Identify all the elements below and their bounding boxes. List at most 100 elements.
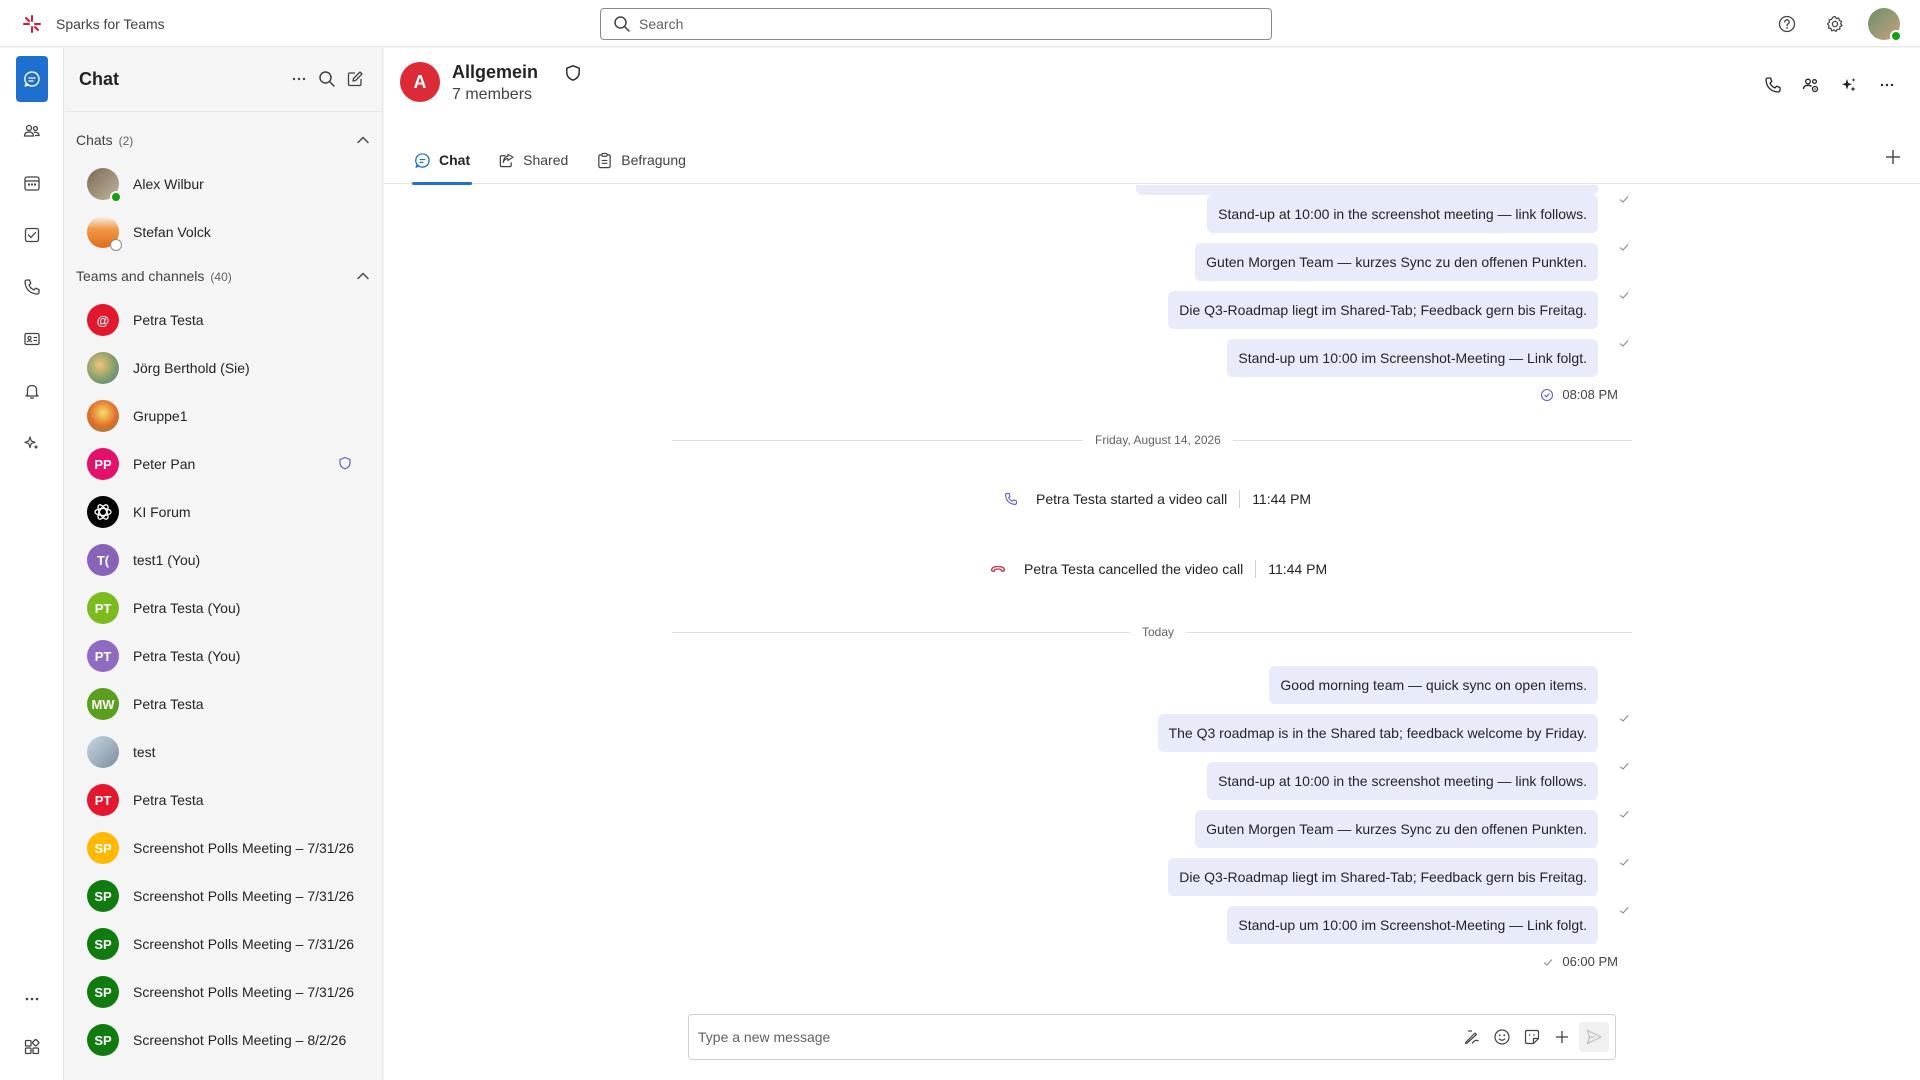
rail-copilot[interactable] — [16, 420, 48, 466]
tab-label: Shared — [523, 152, 569, 168]
sent-check-icon — [1619, 859, 1629, 866]
sent-check-icon — [1619, 292, 1629, 299]
channel-item[interactable]: SP Screenshot Polls Meeting – 8/2/26 — [65, 1016, 382, 1064]
message-bubble[interactable]: Stand-up at 10:00 in the screenshot meet… — [1207, 195, 1598, 233]
message-bubble[interactable]: Die Q3-Roadmap liegt im Shared-Tab; Feed… — [1168, 858, 1598, 896]
chats-section-header[interactable]: Chats (2) — [65, 120, 382, 160]
rail-activity[interactable] — [16, 368, 48, 414]
call-cancelled-event: Petra Testa cancelled the video call 11:… — [990, 560, 1327, 578]
more-icon — [292, 77, 306, 81]
avatar — [87, 216, 122, 251]
app-title: Sparks for Teams — [56, 16, 165, 32]
chat-item-alex-wilbur[interactable]: Alex Wilbur — [65, 160, 382, 208]
avatar: PT — [87, 592, 119, 624]
channel-item[interactable]: Jörg Berthold (Sie) — [65, 344, 382, 392]
tab-label: Chat — [439, 152, 471, 168]
compose-icon — [347, 71, 363, 87]
search-box[interactable] — [600, 8, 1272, 40]
channel-item-label: Petra Testa — [133, 312, 204, 328]
channel-item[interactable]: test — [65, 728, 382, 776]
emoji-button[interactable] — [1489, 1022, 1515, 1052]
tab-befragung[interactable]: Befragung — [594, 136, 688, 184]
channel-item[interactable]: T(test1 (You) — [65, 536, 382, 584]
sent-check-icon — [1619, 715, 1629, 722]
rail-contacts[interactable] — [16, 316, 48, 362]
chevron-up-icon — [357, 272, 369, 280]
rail-chat[interactable] — [16, 56, 48, 102]
call-started-time: 11:44 PM — [1252, 491, 1312, 507]
channel-item[interactable]: SP Screenshot Polls Meeting – 7/31/26 — [65, 920, 382, 968]
teams-section-header[interactable]: Teams and channels (40) — [65, 256, 382, 296]
message-input[interactable] — [698, 1029, 1459, 1045]
settings-button[interactable] — [1820, 9, 1850, 39]
sent-check-icon — [1619, 907, 1629, 914]
top-bar: Sparks for Teams — [0, 0, 1920, 47]
rail-tasks[interactable] — [16, 212, 48, 258]
channel-item[interactable]: KI Forum — [65, 488, 382, 536]
message-bubble[interactable]: Guten Morgen Team — kurzes Sync zu den o… — [1195, 810, 1598, 848]
message-bubble[interactable]: Stand-up at 10:00 in the screenshot meet… — [1207, 762, 1598, 800]
avatar — [87, 736, 119, 768]
message-composer[interactable] — [688, 1014, 1616, 1060]
avatar: SP — [87, 1024, 119, 1056]
call-started-text: Petra Testa started a video call — [1036, 491, 1228, 507]
channel-title[interactable]: Allgemein — [452, 62, 538, 83]
search-chats-button[interactable] — [318, 70, 336, 88]
format-button[interactable] — [1459, 1022, 1485, 1052]
people-button[interactable] — [1796, 70, 1826, 100]
message-bubble[interactable]: Stand-up um 10:00 im Screenshot-Meeting … — [1227, 339, 1598, 377]
message-bubble[interactable]: Good morning team — quick sync on open i… — [1269, 666, 1598, 704]
message-bubble[interactable]: Die Q3-Roadmap liegt im Shared-Tab; Feed… — [1168, 291, 1598, 329]
sparkle-icon — [24, 436, 39, 450]
chat-item-label: Alex Wilbur — [133, 176, 204, 192]
message-list: Stand-up at 10:00 in the screenshot meet… — [384, 185, 1920, 1015]
avatar: SP — [87, 928, 119, 960]
rail-calendar[interactable] — [16, 160, 48, 206]
channel-item[interactable]: PT Petra Testa (You) — [65, 632, 382, 680]
channel-item[interactable]: SP Screenshot Polls Meeting – 7/31/26 — [65, 872, 382, 920]
message-bubble[interactable]: Stand-up um 10:00 im Screenshot-Meeting … — [1227, 906, 1598, 944]
rail-calls[interactable] — [16, 264, 48, 310]
channel-item-label: Jörg Berthold (Sie) — [133, 360, 250, 376]
more-options-button[interactable] — [290, 70, 308, 88]
channel-avatar: A — [400, 62, 440, 102]
sent-check-icon — [1619, 340, 1629, 347]
channel-item[interactable]: PT Petra Testa — [65, 776, 382, 824]
profile-avatar[interactable] — [1868, 8, 1902, 42]
rail-apps[interactable] — [16, 1024, 48, 1070]
help-button[interactable] — [1772, 9, 1802, 39]
channel-item[interactable]: MW Petra Testa — [65, 680, 382, 728]
sticker-button[interactable] — [1519, 1022, 1545, 1052]
channel-item[interactable]: PP Peter Pan — [65, 440, 382, 488]
member-count[interactable]: 7 members — [452, 86, 532, 104]
call-cancelled-time: 11:44 PM — [1268, 561, 1328, 577]
top-right-actions — [1772, 8, 1902, 42]
channel-item-label: Screenshot Polls Meeting – 7/31/26 — [133, 840, 355, 856]
attach-button[interactable] — [1549, 1022, 1575, 1052]
chat-icon — [415, 152, 430, 168]
new-chat-button[interactable] — [346, 70, 364, 88]
call-button[interactable] — [1758, 70, 1788, 100]
message-bubble[interactable] — [1136, 185, 1598, 195]
channel-item[interactable]: Gruppe1 — [65, 392, 382, 440]
send-button[interactable] — [1579, 1022, 1609, 1052]
apps-icon — [24, 1038, 40, 1055]
message-timestamp: 08:08 PM — [1540, 387, 1618, 402]
channel-item[interactable]: PT Petra Testa (You) — [65, 584, 382, 632]
rail-more[interactable] — [16, 976, 48, 1022]
copilot-button[interactable] — [1834, 70, 1864, 100]
tab-shared[interactable]: Shared — [496, 136, 570, 184]
read-receipt-icon — [1541, 388, 1554, 401]
search-input[interactable] — [639, 16, 1239, 32]
rail-teams[interactable] — [16, 108, 48, 154]
sent-check-icon — [1619, 763, 1629, 770]
message-bubble[interactable]: The Q3 roadmap is in the Shared tab; fee… — [1157, 714, 1598, 752]
channel-item[interactable]: @ Petra Testa — [65, 296, 382, 344]
chat-item-stefan-volck[interactable]: Stefan Volck — [65, 208, 382, 256]
more-options-button[interactable] — [1872, 70, 1902, 100]
channel-item[interactable]: SP Screenshot Polls Meeting – 7/31/26 — [65, 968, 382, 1016]
add-tab-button[interactable] — [1884, 148, 1902, 166]
message-bubble[interactable]: Guten Morgen Team — kurzes Sync zu den o… — [1195, 243, 1598, 281]
tab-chat[interactable]: Chat — [412, 136, 473, 185]
channel-item[interactable]: SP Screenshot Polls Meeting – 7/31/26 — [65, 824, 382, 872]
